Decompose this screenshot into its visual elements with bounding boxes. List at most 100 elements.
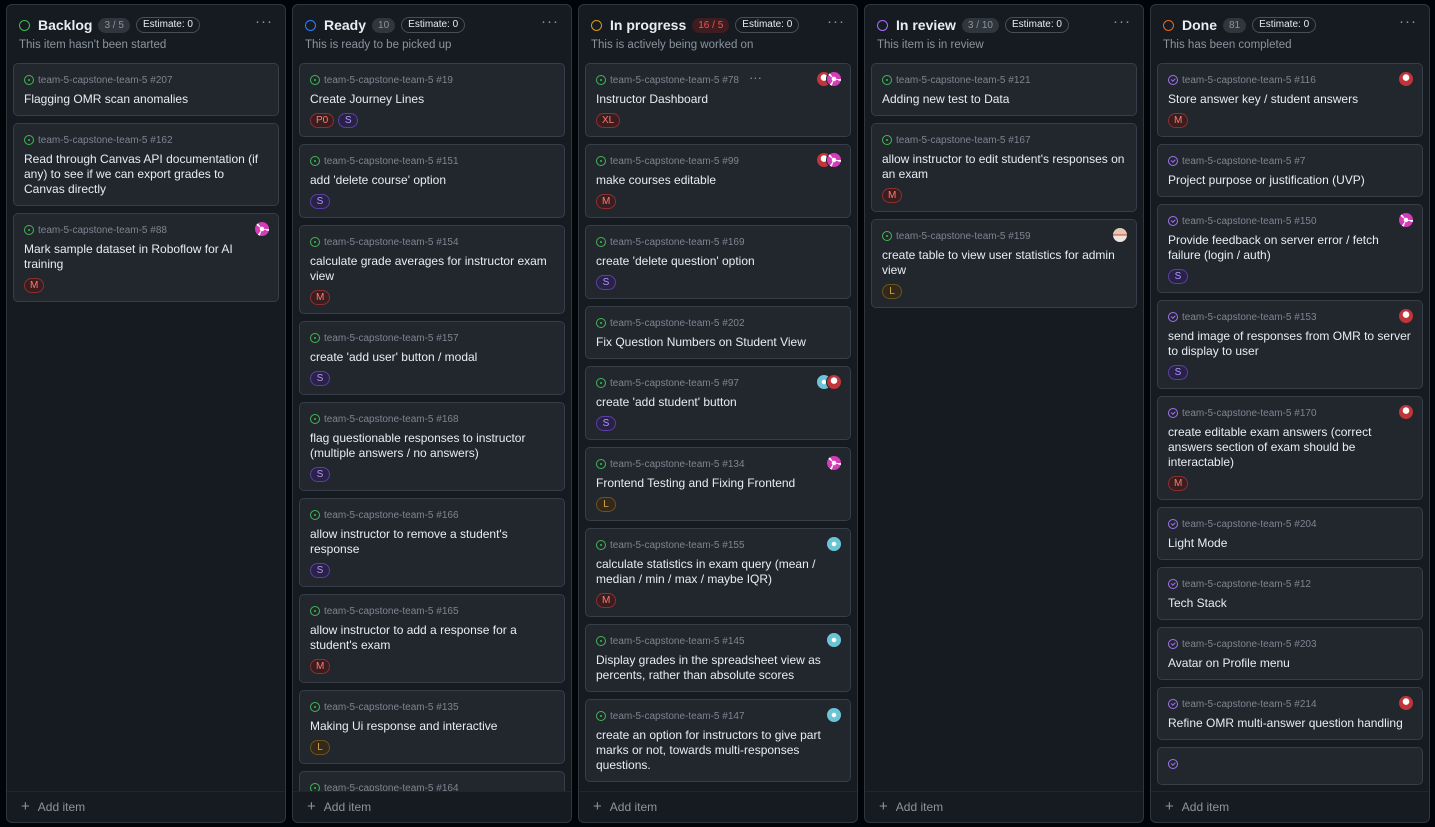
issue-card[interactable]: team-5-capstone-team-5 #154 calculate gra… [299, 225, 565, 314]
issue-card[interactable]: team-5-capstone-team-5 #202 Fix Question … [585, 306, 851, 359]
avatar[interactable] [826, 374, 842, 390]
issue-title[interactable]: Tech Stack [1168, 596, 1412, 611]
card-meta: team-5-capstone-team-5 #166 [310, 506, 554, 524]
avatar[interactable] [826, 455, 842, 471]
issue-title[interactable]: flag questionable responses to instructo… [310, 431, 554, 461]
issue-title[interactable]: Store answer key / student answers [1168, 92, 1412, 107]
issue-card[interactable]: team-5-capstone-team-5 #78 ··· Instructor … [585, 63, 851, 137]
issue-card[interactable]: team-5-capstone-team-5 #145 Display grade… [585, 624, 851, 692]
issue-title[interactable]: Create Journey Lines [310, 92, 554, 107]
open-issue-icon [310, 237, 320, 247]
column-options-button[interactable]: ··· [1113, 14, 1131, 33]
item-count-badge: 3 / 10 [961, 17, 999, 33]
issue-card[interactable]: team-5-capstone-team-5 #153 send image of… [1157, 300, 1423, 389]
issue-card[interactable]: team-5-capstone-team-5 #88 Mark sample da… [13, 213, 279, 302]
card-meta: team-5-capstone-team-5 #214 [1168, 695, 1412, 713]
issue-title[interactable]: create an option for instructors to give… [596, 728, 840, 773]
issue-card[interactable]: team-5-capstone-team-5 #150 Provide feedb… [1157, 204, 1423, 293]
issue-title[interactable]: allow instructor to add a response for a… [310, 623, 554, 653]
add-item-button[interactable]: + Add item [293, 791, 571, 822]
issue-card[interactable]: team-5-capstone-team-5 #97 create 'add st… [585, 366, 851, 440]
issue-card[interactable]: team-5-capstone-team-5 #207 Flagging OMR … [13, 63, 279, 116]
avatar[interactable] [826, 152, 842, 168]
issue-title[interactable]: send image of responses from OMR to serv… [1168, 329, 1412, 359]
column-options-button[interactable]: ··· [1399, 14, 1417, 33]
issue-title[interactable]: Light Mode [1168, 536, 1412, 551]
issue-card[interactable]: team-5-capstone-team-5 #19 Create Journey… [299, 63, 565, 137]
add-item-button[interactable]: + Add item [1151, 791, 1429, 822]
column-options-button[interactable]: ··· [255, 14, 273, 33]
issue-title[interactable]: Provide feedback on server error / fetch… [1168, 233, 1412, 263]
column-options-button[interactable]: ··· [827, 14, 845, 33]
issue-card[interactable]: team-5-capstone-team-5 #166 allow instruc… [299, 498, 565, 587]
assignee-avatars [826, 536, 842, 552]
issue-card[interactable]: team-5-capstone-team-5 #159 create table … [871, 219, 1137, 308]
issue-card[interactable]: team-5-capstone-team-5 #151 add 'delete c… [299, 144, 565, 218]
issue-title[interactable]: Adding new test to Data [882, 92, 1126, 107]
issue-card[interactable]: team-5-capstone-team-5 #169 create 'delet… [585, 225, 851, 299]
add-item-button[interactable]: + Add item [579, 791, 857, 822]
issue-title[interactable]: calculate statistics in exam query (mean… [596, 557, 840, 587]
issue-card[interactable]: team-5-capstone-team-5 #157 create 'add u… [299, 321, 565, 395]
issue-card[interactable]: team-5-capstone-team-5 #214 Refine OMR mu… [1157, 687, 1423, 740]
issue-card[interactable] [1157, 747, 1423, 785]
assignee-avatars [1112, 227, 1128, 243]
issue-card[interactable]: team-5-capstone-team-5 #204 Light Mode [1157, 507, 1423, 560]
avatar[interactable] [1398, 308, 1414, 324]
avatar[interactable] [1112, 227, 1128, 243]
avatar[interactable] [1398, 404, 1414, 420]
column-description: This item hasn't been started [19, 39, 167, 51]
avatar[interactable] [1398, 695, 1414, 711]
issue-title[interactable]: create editable exam answers (correct an… [1168, 425, 1412, 470]
issue-title[interactable]: Fix Question Numbers on Student View [596, 335, 840, 350]
avatar[interactable] [826, 71, 842, 87]
issue-title[interactable]: Refine OMR multi-answer question handlin… [1168, 716, 1412, 731]
issue-card[interactable]: team-5-capstone-team-5 #162 Read through … [13, 123, 279, 206]
issue-title[interactable]: Read through Canvas API documentation (i… [24, 152, 268, 197]
issue-card[interactable]: team-5-capstone-team-5 #99 make courses e… [585, 144, 851, 218]
issue-card[interactable]: team-5-capstone-team-5 #168 flag question… [299, 402, 565, 491]
card-options-button[interactable]: ··· [749, 71, 762, 87]
avatar[interactable] [826, 632, 842, 648]
issue-title[interactable]: Instructor Dashboard [596, 92, 840, 107]
avatar[interactable] [254, 221, 270, 237]
issue-card[interactable]: team-5-capstone-team-5 #170 create editab… [1157, 396, 1423, 500]
issue-title[interactable]: Avatar on Profile menu [1168, 656, 1412, 671]
issue-card[interactable]: team-5-capstone-team-5 #155 calculate sta… [585, 528, 851, 617]
issue-title[interactable]: Display grades in the spreadsheet view a… [596, 653, 840, 683]
issue-card[interactable]: team-5-capstone-team-5 #116 Store answer … [1157, 63, 1423, 137]
avatar[interactable] [826, 536, 842, 552]
add-item-button[interactable]: + Add item [7, 791, 285, 822]
issue-title[interactable]: create 'add student' button [596, 395, 840, 410]
issue-title[interactable]: create table to view user statistics for… [882, 248, 1126, 278]
issue-title[interactable]: create 'delete question' option [596, 254, 840, 269]
issue-title[interactable]: Frontend Testing and Fixing Frontend [596, 476, 840, 491]
avatar[interactable] [826, 707, 842, 723]
issue-title[interactable]: Flagging OMR scan anomalies [24, 92, 268, 107]
issue-card[interactable]: team-5-capstone-team-5 #147 create an opt… [585, 699, 851, 782]
assignee-avatars [816, 152, 842, 168]
column-options-button[interactable]: ··· [541, 14, 559, 33]
avatar[interactable] [1398, 71, 1414, 87]
add-item-button[interactable]: + Add item [865, 791, 1143, 822]
issue-title[interactable]: make courses editable [596, 173, 840, 188]
issue-title[interactable]: Project purpose or justification (UVP) [1168, 173, 1412, 188]
issue-card[interactable]: team-5-capstone-team-5 #165 allow instruc… [299, 594, 565, 683]
issue-title[interactable]: add 'delete course' option [310, 173, 554, 188]
issue-card[interactable]: team-5-capstone-team-5 #134 Frontend Test… [585, 447, 851, 521]
issue-title[interactable]: calculate grade averages for instructor … [310, 254, 554, 284]
issue-title[interactable]: create 'add user' button / modal [310, 350, 554, 365]
issue-card[interactable]: team-5-capstone-team-5 #7 Project purpose… [1157, 144, 1423, 197]
issue-title[interactable]: allow instructor to edit student's respo… [882, 152, 1126, 182]
issue-title[interactable]: Making Ui response and interactive [310, 719, 554, 734]
issue-card[interactable]: team-5-capstone-team-5 #164 [299, 771, 565, 791]
issue-card[interactable]: team-5-capstone-team-5 #203 Avatar on Pro… [1157, 627, 1423, 680]
issue-card[interactable]: team-5-capstone-team-5 #12 Tech Stack [1157, 567, 1423, 620]
issue-title[interactable]: allow instructor to remove a student's r… [310, 527, 554, 557]
issue-card[interactable]: team-5-capstone-team-5 #135 Making Ui res… [299, 690, 565, 764]
label-list: S [310, 371, 554, 386]
avatar[interactable] [1398, 212, 1414, 228]
issue-card[interactable]: team-5-capstone-team-5 #121 Adding new te… [871, 63, 1137, 116]
issue-card[interactable]: team-5-capstone-team-5 #167 allow instruc… [871, 123, 1137, 212]
issue-title[interactable]: Mark sample dataset in Roboflow for AI t… [24, 242, 268, 272]
